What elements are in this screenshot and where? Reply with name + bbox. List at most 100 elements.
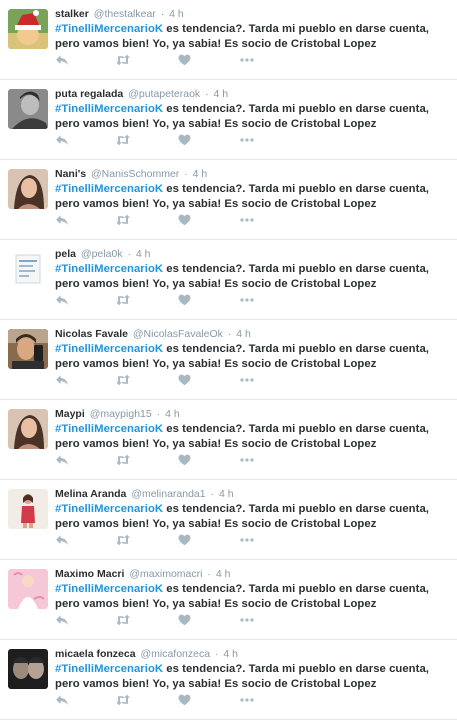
heart-icon[interactable] — [178, 134, 194, 148]
user-handle[interactable]: @NicolasFavaleOk — [133, 328, 223, 340]
reply-icon[interactable] — [55, 454, 71, 468]
timestamp[interactable]: 4 h — [236, 328, 251, 340]
hashtag-link[interactable]: #TinelliMercenarioK — [55, 343, 163, 355]
heart-icon[interactable] — [178, 54, 194, 68]
user-name[interactable]: Maypi — [55, 408, 85, 420]
tweet[interactable]: pela @pela0k · 4 h #TinelliMercenarioK e… — [0, 240, 457, 320]
more-icon[interactable] — [239, 374, 255, 388]
more-icon[interactable] — [239, 294, 255, 308]
user-name[interactable]: puta regalada — [55, 88, 123, 100]
retweet-icon[interactable] — [115, 694, 131, 708]
heart-icon[interactable] — [178, 294, 194, 308]
retweet-icon[interactable] — [115, 454, 131, 468]
tweet-actions — [55, 454, 265, 468]
avatar[interactable] — [8, 489, 48, 529]
tweet-header: Melina Aranda @melinaranda1 · 4 h — [55, 488, 234, 501]
tweet[interactable]: micaela fonzeca @micafonzeca · 4 h #Tine… — [0, 640, 457, 720]
reply-icon[interactable] — [55, 134, 71, 148]
avatar[interactable] — [8, 649, 48, 689]
reply-icon[interactable] — [55, 534, 71, 548]
hashtag-link[interactable]: #TinelliMercenarioK — [55, 583, 163, 595]
hashtag-link[interactable]: #TinelliMercenarioK — [55, 23, 163, 35]
more-icon[interactable] — [239, 614, 255, 628]
tweet[interactable]: puta regalada @putapeteraok · 4 h #Tinel… — [0, 80, 457, 160]
heart-icon[interactable] — [178, 694, 194, 708]
user-handle[interactable]: @melinaranda1 — [131, 488, 205, 500]
retweet-icon[interactable] — [115, 294, 131, 308]
hashtag-link[interactable]: #TinelliMercenarioK — [55, 503, 163, 515]
user-name[interactable]: pela — [55, 248, 76, 260]
tweet-header: stalker @thestalkear · 4 h — [55, 8, 184, 21]
user-name[interactable]: Nani's — [55, 168, 86, 180]
retweet-icon[interactable] — [115, 614, 131, 628]
more-icon[interactable] — [239, 214, 255, 228]
tweet[interactable]: Nani's @NanisSchommer · 4 h #TinelliMerc… — [0, 160, 457, 240]
timestamp[interactable]: 4 h — [219, 488, 234, 500]
reply-icon[interactable] — [55, 54, 71, 68]
retweet-icon[interactable] — [115, 54, 131, 68]
user-name[interactable]: micaela fonzeca — [55, 648, 136, 660]
retweet-icon[interactable] — [115, 214, 131, 228]
more-icon[interactable] — [239, 454, 255, 468]
timestamp[interactable]: 4 h — [165, 408, 180, 420]
hashtag-link[interactable]: #TinelliMercenarioK — [55, 263, 163, 275]
reply-icon[interactable] — [55, 214, 71, 228]
user-name[interactable]: Nicolas Favale — [55, 328, 128, 340]
tweet-text: #TinelliMercenarioK es tendencia?. Tarda… — [55, 262, 455, 292]
user-name[interactable]: stalker — [55, 8, 89, 20]
hashtag-link[interactable]: #TinelliMercenarioK — [55, 663, 163, 675]
heart-icon[interactable] — [178, 614, 194, 628]
user-name[interactable]: Maximo Macri — [55, 568, 124, 580]
heart-icon[interactable] — [178, 534, 194, 548]
hashtag-link[interactable]: #TinelliMercenarioK — [55, 423, 163, 435]
user-handle[interactable]: @pela0k — [81, 248, 123, 260]
avatar[interactable] — [8, 569, 48, 609]
more-icon[interactable] — [239, 694, 255, 708]
timestamp[interactable]: 4 h — [169, 8, 184, 20]
hashtag-link[interactable]: #TinelliMercenarioK — [55, 103, 163, 115]
retweet-icon[interactable] — [115, 134, 131, 148]
timestamp[interactable]: 4 h — [223, 648, 238, 660]
separator-dot: · — [156, 408, 161, 420]
tweet-text: #TinelliMercenarioK es tendencia?. Tarda… — [55, 582, 455, 612]
more-icon[interactable] — [239, 54, 255, 68]
user-handle[interactable]: @micafonzeca — [140, 648, 210, 660]
tweet[interactable]: Nicolas Favale @NicolasFavaleOk · 4 h #T… — [0, 320, 457, 400]
tweet[interactable]: Maximo Macri @maximomacri · 4 h #Tinelli… — [0, 560, 457, 640]
user-handle[interactable]: @maypigh15 — [90, 408, 152, 420]
user-handle[interactable]: @NanisSchommer — [91, 168, 179, 180]
more-icon[interactable] — [239, 134, 255, 148]
heart-icon[interactable] — [178, 374, 194, 388]
heart-icon[interactable] — [178, 214, 194, 228]
user-handle[interactable]: @thestalkear — [94, 8, 156, 20]
separator-dot: · — [210, 488, 215, 500]
timestamp[interactable]: 4 h — [136, 248, 151, 260]
hashtag-link[interactable]: #TinelliMercenarioK — [55, 183, 163, 195]
avatar[interactable] — [8, 409, 48, 449]
avatar[interactable] — [8, 329, 48, 369]
timestamp[interactable]: 4 h — [193, 168, 208, 180]
tweet[interactable]: stalker @thestalkear · 4 h #TinelliMerce… — [0, 0, 457, 80]
reply-icon[interactable] — [55, 614, 71, 628]
reply-icon[interactable] — [55, 374, 71, 388]
avatar[interactable] — [8, 249, 48, 289]
timestamp[interactable]: 4 h — [214, 88, 229, 100]
separator-dot: · — [205, 88, 209, 100]
retweet-icon[interactable] — [115, 534, 131, 548]
tweet[interactable]: Melina Aranda @melinaranda1 · 4 h #Tinel… — [0, 480, 457, 560]
tweet-actions — [55, 54, 265, 68]
tweet-header: micaela fonzeca @micafonzeca · 4 h — [55, 648, 238, 661]
reply-icon[interactable] — [55, 294, 71, 308]
tweet[interactable]: Maypi @maypigh15 · 4 h #TinelliMercenari… — [0, 400, 457, 480]
user-name[interactable]: Melina Aranda — [55, 488, 126, 500]
avatar[interactable] — [8, 9, 48, 49]
timestamp[interactable]: 4 h — [216, 568, 231, 580]
reply-icon[interactable] — [55, 694, 71, 708]
more-icon[interactable] — [239, 534, 255, 548]
user-handle[interactable]: @putapeteraok — [128, 88, 200, 100]
heart-icon[interactable] — [178, 454, 194, 468]
retweet-icon[interactable] — [115, 374, 131, 388]
user-handle[interactable]: @maximomacri — [129, 568, 202, 580]
avatar[interactable] — [8, 169, 48, 209]
avatar[interactable] — [8, 89, 48, 129]
